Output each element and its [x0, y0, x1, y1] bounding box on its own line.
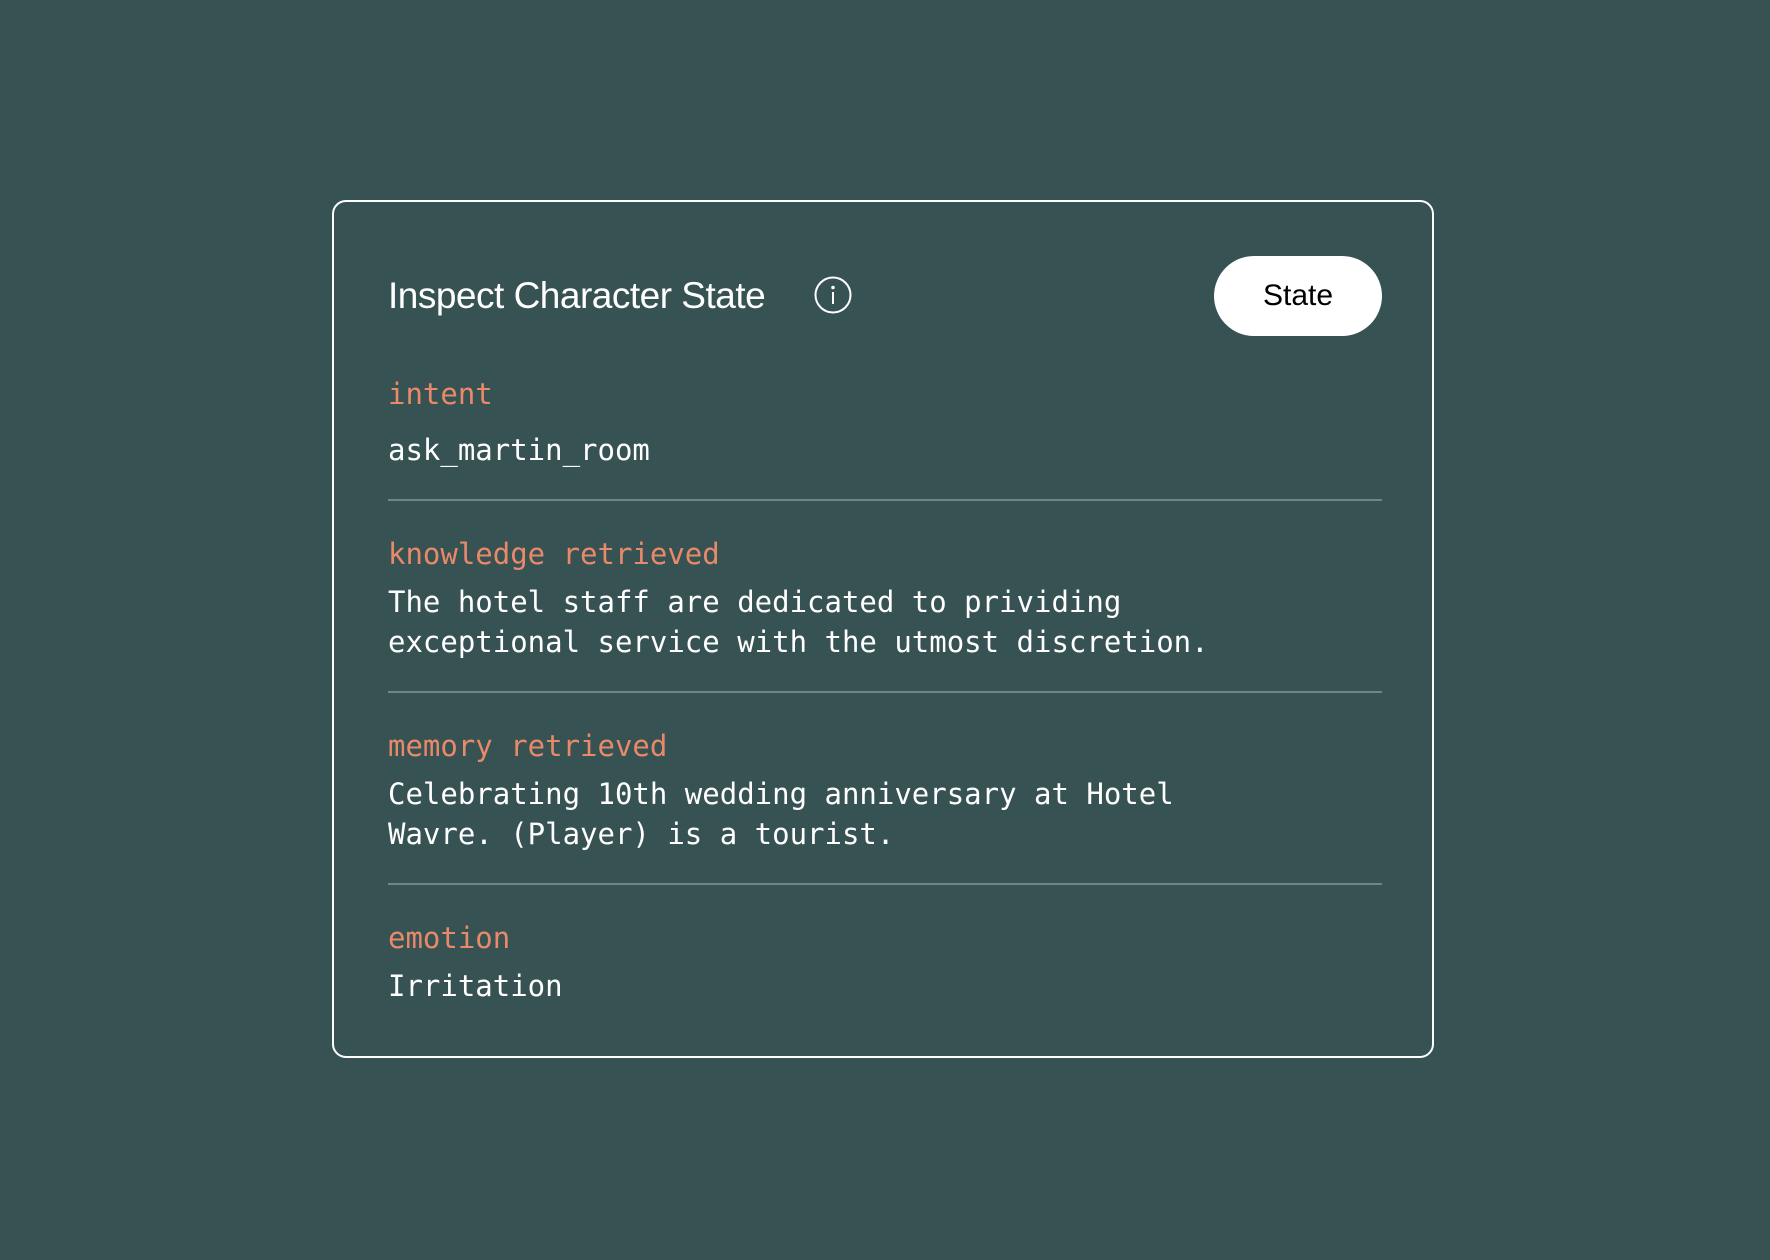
emotion-value: Irritation [388, 969, 563, 1003]
intent-value: ask_martin_room [388, 433, 650, 467]
intent-section: intent ask_martin_room [388, 374, 1382, 470]
memory-label: memory retrieved [388, 729, 668, 763]
info-icon[interactable] [814, 276, 852, 314]
knowledge-value: The hotel staff are dedicated to prividi… [388, 585, 1209, 659]
divider [388, 499, 1382, 501]
memory-value: Celebrating 10th wedding anniversary at … [388, 777, 1174, 851]
knowledge-section: knowledge retrieved The hotel staff are … [388, 534, 1382, 662]
divider [388, 691, 1382, 693]
character-state-panel: Inspect Character State State intent ask… [332, 200, 1434, 1058]
emotion-label: emotion [388, 921, 511, 955]
intent-label: intent [388, 377, 493, 411]
state-button[interactable]: State [1214, 256, 1382, 336]
emotion-section: emotion Irritation [388, 918, 1382, 1006]
panel-header: Inspect Character State State [388, 256, 1382, 336]
knowledge-label: knowledge retrieved [388, 537, 720, 571]
divider [388, 883, 1382, 885]
memory-section: memory retrieved Celebrating 10th weddin… [388, 726, 1382, 854]
panel-title: Inspect Character State [388, 275, 766, 316]
